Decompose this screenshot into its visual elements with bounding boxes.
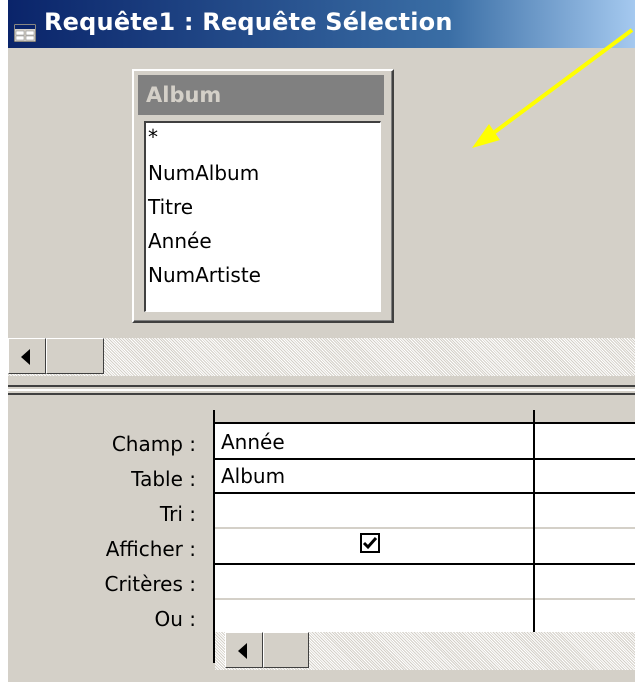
grid-line <box>215 492 635 494</box>
field-item-annee[interactable]: Année <box>148 229 212 253</box>
query-design-grid: Année Album <box>213 410 635 670</box>
field-item-titre[interactable]: Titre <box>148 195 193 219</box>
row-label-field: Champ : <box>111 432 196 456</box>
row-label-table: Table : <box>131 467 196 491</box>
table-name: Album <box>146 83 222 107</box>
column-selector-1[interactable] <box>215 410 533 424</box>
row-label-criteria: Critères : <box>104 572 197 596</box>
cell-field[interactable]: Année <box>221 430 285 454</box>
album-table-box[interactable]: Album * NumAlbum Titre Année NumArtiste <box>132 69 394 323</box>
grid-line <box>215 458 635 460</box>
design-horizontal-scrollbar[interactable] <box>8 338 635 376</box>
field-list[interactable]: * NumAlbum Titre Année NumArtiste <box>144 121 381 312</box>
grid-column-divider <box>533 410 535 632</box>
grid-line <box>215 563 635 565</box>
field-item-numartiste[interactable]: NumArtiste <box>148 263 261 287</box>
field-item-all[interactable]: * <box>148 125 158 149</box>
left-arrow-icon <box>238 643 247 659</box>
row-label-or: Ou : <box>154 607 196 631</box>
window-title: Requête1 : Requête Sélection <box>44 8 453 36</box>
table-design-pane[interactable]: Album * NumAlbum Titre Année NumArtiste <box>8 48 635 374</box>
row-label-show: Afficher : <box>105 537 196 561</box>
title-bar[interactable]: Requête1 : Requête Sélection <box>8 0 635 48</box>
checkmark-icon <box>362 537 378 550</box>
cell-table[interactable]: Album <box>221 464 285 488</box>
pane-splitter[interactable] <box>8 385 635 395</box>
query-window: Requête1 : Requête Sélection Album * Num… <box>6 0 635 682</box>
grid-line <box>215 527 635 529</box>
column-selector-2[interactable] <box>535 410 635 424</box>
query-grid-pane: Champ : Table : Tri : Afficher : Critère… <box>8 395 635 682</box>
show-checkbox[interactable] <box>360 533 380 553</box>
left-arrow-icon <box>21 349 30 365</box>
grid-horizontal-scrollbar[interactable] <box>215 632 635 670</box>
grid-line <box>215 598 635 600</box>
grid-scroll-thumb[interactable] <box>263 632 309 668</box>
scroll-left-button[interactable] <box>8 338 46 374</box>
scroll-thumb[interactable] <box>46 338 104 374</box>
table-title-bar[interactable]: Album <box>138 75 384 115</box>
grid-scroll-left-button[interactable] <box>225 632 263 668</box>
field-item-numalbum[interactable]: NumAlbum <box>148 161 259 185</box>
row-label-sort: Tri : <box>159 502 196 526</box>
query-icon <box>14 24 36 42</box>
